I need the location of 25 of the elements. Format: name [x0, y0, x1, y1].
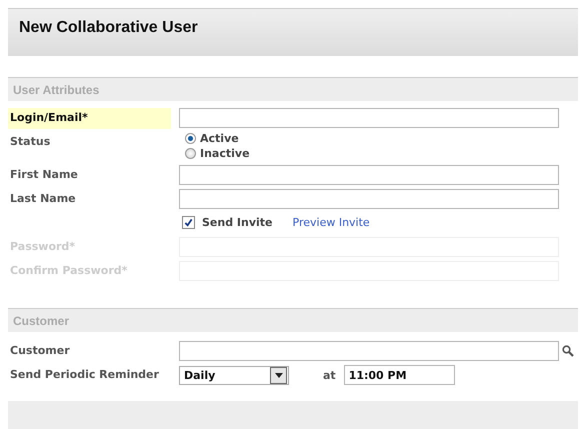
section-title: User Attributes — [13, 82, 100, 96]
option-label: Active — [200, 132, 239, 145]
field-label: Last Name — [9, 191, 77, 207]
input-field[interactable] — [179, 108, 559, 128]
at-label: at — [323, 368, 336, 382]
field-label: Send Periodic Reminder — [9, 367, 160, 383]
section-title: Customer — [13, 314, 70, 328]
page-title: New Collaborative User — [19, 19, 199, 37]
field-label: First Name — [9, 167, 79, 183]
preview-link[interactable]: Preview Invite — [292, 216, 370, 229]
field-label: Customer — [9, 343, 71, 359]
radio-button[interactable] — [185, 133, 196, 144]
checkbox[interactable] — [182, 216, 195, 229]
option-label: Inactive — [200, 147, 250, 160]
radio-button[interactable] — [185, 148, 196, 159]
field-label: Login/Email* — [8, 108, 171, 129]
input-field[interactable] — [179, 165, 559, 185]
time-field[interactable]: 11:00 PM — [344, 365, 455, 385]
field-label: Status — [9, 134, 52, 150]
input-field[interactable] — [179, 189, 559, 209]
input-field[interactable] — [179, 341, 559, 361]
search-icon[interactable] — [562, 345, 574, 357]
caret-icon — [274, 372, 282, 378]
dropdown[interactable]: Daily — [179, 366, 289, 384]
checkbox-label: Send Invite — [202, 216, 273, 229]
